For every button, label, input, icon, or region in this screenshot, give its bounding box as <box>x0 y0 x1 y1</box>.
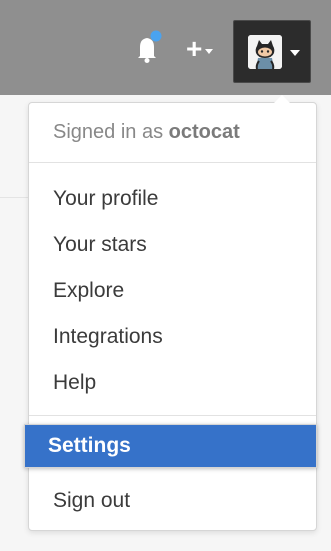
top-header-bar: + <box>0 0 331 95</box>
menu-divider <box>29 415 316 416</box>
menu-item-explore[interactable]: Explore <box>53 279 124 303</box>
menu-divider <box>29 162 316 163</box>
user-dropdown-menu: Signed in as octocat Your profile Your s… <box>24 102 317 531</box>
chevron-down-icon <box>290 50 300 56</box>
menu-item-integrations[interactable]: Integrations <box>53 325 163 349</box>
avatar <box>248 35 282 69</box>
new-menu-button[interactable]: + <box>186 33 214 64</box>
menu-item-help[interactable]: Help <box>53 371 96 395</box>
dropdown-pointer <box>274 95 290 103</box>
menu-item-settings[interactable]: Settings <box>24 424 317 468</box>
menu-item-your-stars[interactable]: Your stars <box>53 233 147 257</box>
page-divider <box>0 197 28 198</box>
chevron-down-icon <box>205 48 214 54</box>
menu-item-settings-label: Settings <box>48 434 131 457</box>
menu-item-sign-out[interactable]: Sign out <box>53 489 130 513</box>
menu-item-your-profile[interactable]: Your profile <box>53 187 158 211</box>
notification-dot-icon <box>150 30 162 42</box>
bell-icon[interactable] <box>134 30 162 64</box>
user-menu-button[interactable] <box>233 20 311 83</box>
signed-in-header: Signed in as octocat <box>53 121 240 144</box>
signed-in-prefix: Signed in as <box>53 121 164 143</box>
octocat-avatar-icon <box>248 35 282 69</box>
plus-icon: + <box>186 33 203 64</box>
signed-in-username: octocat <box>168 121 240 143</box>
